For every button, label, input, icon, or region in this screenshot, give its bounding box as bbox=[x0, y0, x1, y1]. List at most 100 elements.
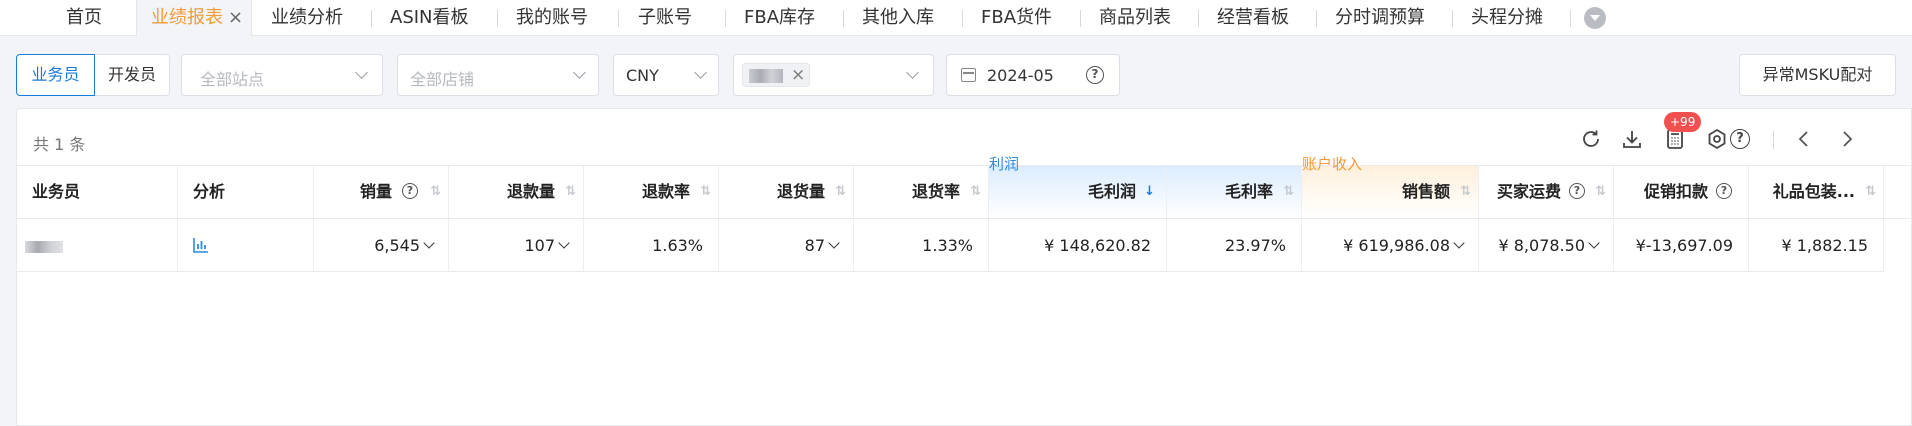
cell-return-qty[interactable]: 87 bbox=[719, 219, 854, 272]
tab-fba-shipments[interactable]: FBA货件 bbox=[981, 0, 1052, 36]
redacted-name bbox=[25, 241, 63, 253]
month-value: 2024-05 bbox=[987, 66, 1054, 85]
settings-icon[interactable] bbox=[1705, 127, 1729, 151]
chevron-down-icon[interactable] bbox=[423, 237, 435, 249]
tab-divider bbox=[371, 10, 372, 27]
chevron-down-icon[interactable] bbox=[1588, 237, 1600, 249]
close-icon[interactable]: × bbox=[228, 7, 243, 28]
help-icon[interactable]: ? bbox=[1716, 183, 1732, 199]
col-return-rate[interactable]: 退货率 ⇅ bbox=[854, 166, 989, 218]
tab-bar: 首页 业绩报表 × 业绩分析 ASIN看板 我的账号 子账号 FBA库存 其他入库… bbox=[0, 0, 1912, 36]
tab-business-board[interactable]: 经营看板 bbox=[1217, 0, 1289, 36]
tab-label: 子账号 bbox=[638, 7, 692, 28]
cell-analysis bbox=[178, 219, 314, 272]
chevron-down-icon[interactable] bbox=[1453, 237, 1465, 249]
header-label: 促销扣款 bbox=[1643, 182, 1708, 201]
col-gross-margin[interactable]: 毛利率 ⇅ bbox=[1167, 166, 1302, 218]
cell-value: 87 bbox=[804, 236, 825, 255]
tab-freight-allocation[interactable]: 头程分摊 bbox=[1471, 0, 1543, 36]
tab-asin-board[interactable]: ASIN看板 bbox=[390, 0, 469, 36]
tab-divider bbox=[1198, 10, 1199, 27]
chevron-left-icon[interactable] bbox=[1792, 127, 1816, 151]
tab-performance-analysis[interactable]: 业绩分析 bbox=[271, 0, 343, 36]
header-label: 退款量 bbox=[506, 182, 555, 201]
chevron-down-icon[interactable] bbox=[558, 237, 570, 249]
chevron-right-icon[interactable] bbox=[1835, 127, 1859, 151]
col-promo-discount[interactable]: 促销扣款 ? bbox=[1614, 166, 1749, 218]
salesperson-toggle[interactable]: 业务员 bbox=[16, 54, 95, 96]
sort-icon[interactable]: ⇅ bbox=[565, 185, 576, 199]
more-tabs-icon[interactable] bbox=[1584, 7, 1606, 29]
header-label: 退货量 bbox=[776, 182, 825, 201]
group-label-profit: 利润 bbox=[989, 155, 1020, 173]
tab-home[interactable]: 首页 bbox=[66, 0, 102, 36]
col-buyer-shipping[interactable]: 买家运费 ? ⇅ bbox=[1479, 166, 1614, 218]
tab-label: ASIN看板 bbox=[390, 7, 469, 28]
header-label: 买家运费 bbox=[1496, 182, 1561, 201]
cell-value: 23.97% bbox=[1224, 236, 1286, 255]
shop-select[interactable]: 全部店铺 bbox=[397, 54, 599, 96]
cell-value: 1.63% bbox=[652, 236, 703, 255]
tab-product-list[interactable]: 商品列表 bbox=[1099, 0, 1171, 36]
sort-icon[interactable]: ⇅ bbox=[1283, 185, 1294, 199]
cell-salesperson bbox=[17, 219, 178, 272]
shop-placeholder: 全部店铺 bbox=[410, 70, 475, 89]
col-return-qty[interactable]: 退货量 ⇅ bbox=[719, 166, 854, 218]
header-label: 销量 bbox=[359, 182, 392, 201]
tab-hourly-budget[interactable]: 分时调预算 bbox=[1335, 0, 1425, 36]
record-count: 共 1 条 bbox=[33, 135, 86, 154]
sort-icon[interactable]: ⇅ bbox=[1595, 185, 1606, 199]
currency-value: CNY bbox=[626, 66, 659, 85]
currency-select[interactable]: CNY bbox=[613, 54, 719, 96]
sort-icon[interactable]: ⇅ bbox=[700, 185, 711, 199]
help-icon[interactable]: ? bbox=[1730, 129, 1750, 149]
month-picker[interactable]: 2024-05 ? bbox=[946, 54, 1120, 96]
col-sales-qty[interactable]: 销量 ? ⇅ bbox=[314, 166, 449, 218]
tab-label: 商品列表 bbox=[1099, 7, 1171, 28]
sort-icon[interactable]: ⇅ bbox=[1460, 185, 1471, 199]
sort-icon[interactable]: ⇅ bbox=[835, 185, 846, 199]
header-label: 业务员 bbox=[32, 182, 81, 201]
sort-desc-icon[interactable]: ↓ bbox=[1144, 185, 1155, 199]
tab-divider bbox=[618, 10, 619, 27]
bar-chart-icon[interactable] bbox=[192, 236, 210, 254]
cell-buyer-shipping[interactable]: ¥ 8,078.50 bbox=[1479, 219, 1614, 272]
col-refund-rate[interactable]: 退款率 ⇅ bbox=[584, 166, 719, 218]
tab-performance-report[interactable]: 业绩报表 × bbox=[136, 0, 252, 36]
header-label: 退货率 bbox=[911, 182, 960, 201]
person-select[interactable]: × bbox=[733, 54, 934, 96]
cell-sales-qty[interactable]: 6,545 bbox=[314, 219, 449, 272]
help-icon[interactable]: ? bbox=[1086, 66, 1104, 84]
sort-icon[interactable]: ⇅ bbox=[430, 185, 441, 199]
tab-sub-account[interactable]: 子账号 bbox=[638, 0, 692, 36]
chevron-down-icon bbox=[355, 66, 368, 79]
close-icon[interactable]: × bbox=[791, 65, 805, 85]
tab-divider bbox=[843, 10, 844, 27]
cell-value: ¥ 148,620.82 bbox=[1044, 236, 1151, 255]
col-gift-wrap[interactable]: 礼品包装... ⇅ bbox=[1749, 166, 1884, 218]
header-label: 毛利润 bbox=[1087, 182, 1136, 201]
developer-toggle[interactable]: 开发员 bbox=[94, 54, 170, 96]
chevron-down-icon bbox=[694, 66, 707, 79]
anomaly-msku-button[interactable]: 异常MSKU配对 bbox=[1739, 54, 1896, 96]
cell-refund-qty[interactable]: 107 bbox=[449, 219, 584, 272]
site-select[interactable]: 全部站点 bbox=[181, 54, 383, 96]
help-icon[interactable]: ? bbox=[402, 183, 418, 199]
download-icon[interactable] bbox=[1620, 127, 1644, 151]
tab-label: 业绩分析 bbox=[271, 7, 343, 28]
chevron-down-icon[interactable] bbox=[828, 237, 840, 249]
refresh-icon[interactable] bbox=[1579, 127, 1603, 151]
tab-my-account[interactable]: 我的账号 bbox=[516, 0, 588, 36]
group-label-income: 账户收入 bbox=[1302, 155, 1363, 173]
tab-divider bbox=[1080, 10, 1081, 27]
help-icon[interactable]: ? bbox=[1569, 183, 1585, 199]
col-refund-qty[interactable]: 退款量 ⇅ bbox=[449, 166, 584, 218]
header-label: 分析 bbox=[193, 182, 226, 201]
tab-fba-inventory[interactable]: FBA库存 bbox=[744, 0, 815, 36]
cell-sales-amount[interactable]: ¥ 619,986.08 bbox=[1302, 219, 1479, 272]
sort-icon[interactable]: ⇅ bbox=[970, 185, 981, 199]
sort-icon[interactable]: ⇅ bbox=[1865, 185, 1876, 199]
tab-other-inbound[interactable]: 其他入库 bbox=[862, 0, 934, 36]
tab-label: 我的账号 bbox=[516, 7, 588, 28]
cell-value: 107 bbox=[524, 236, 555, 255]
